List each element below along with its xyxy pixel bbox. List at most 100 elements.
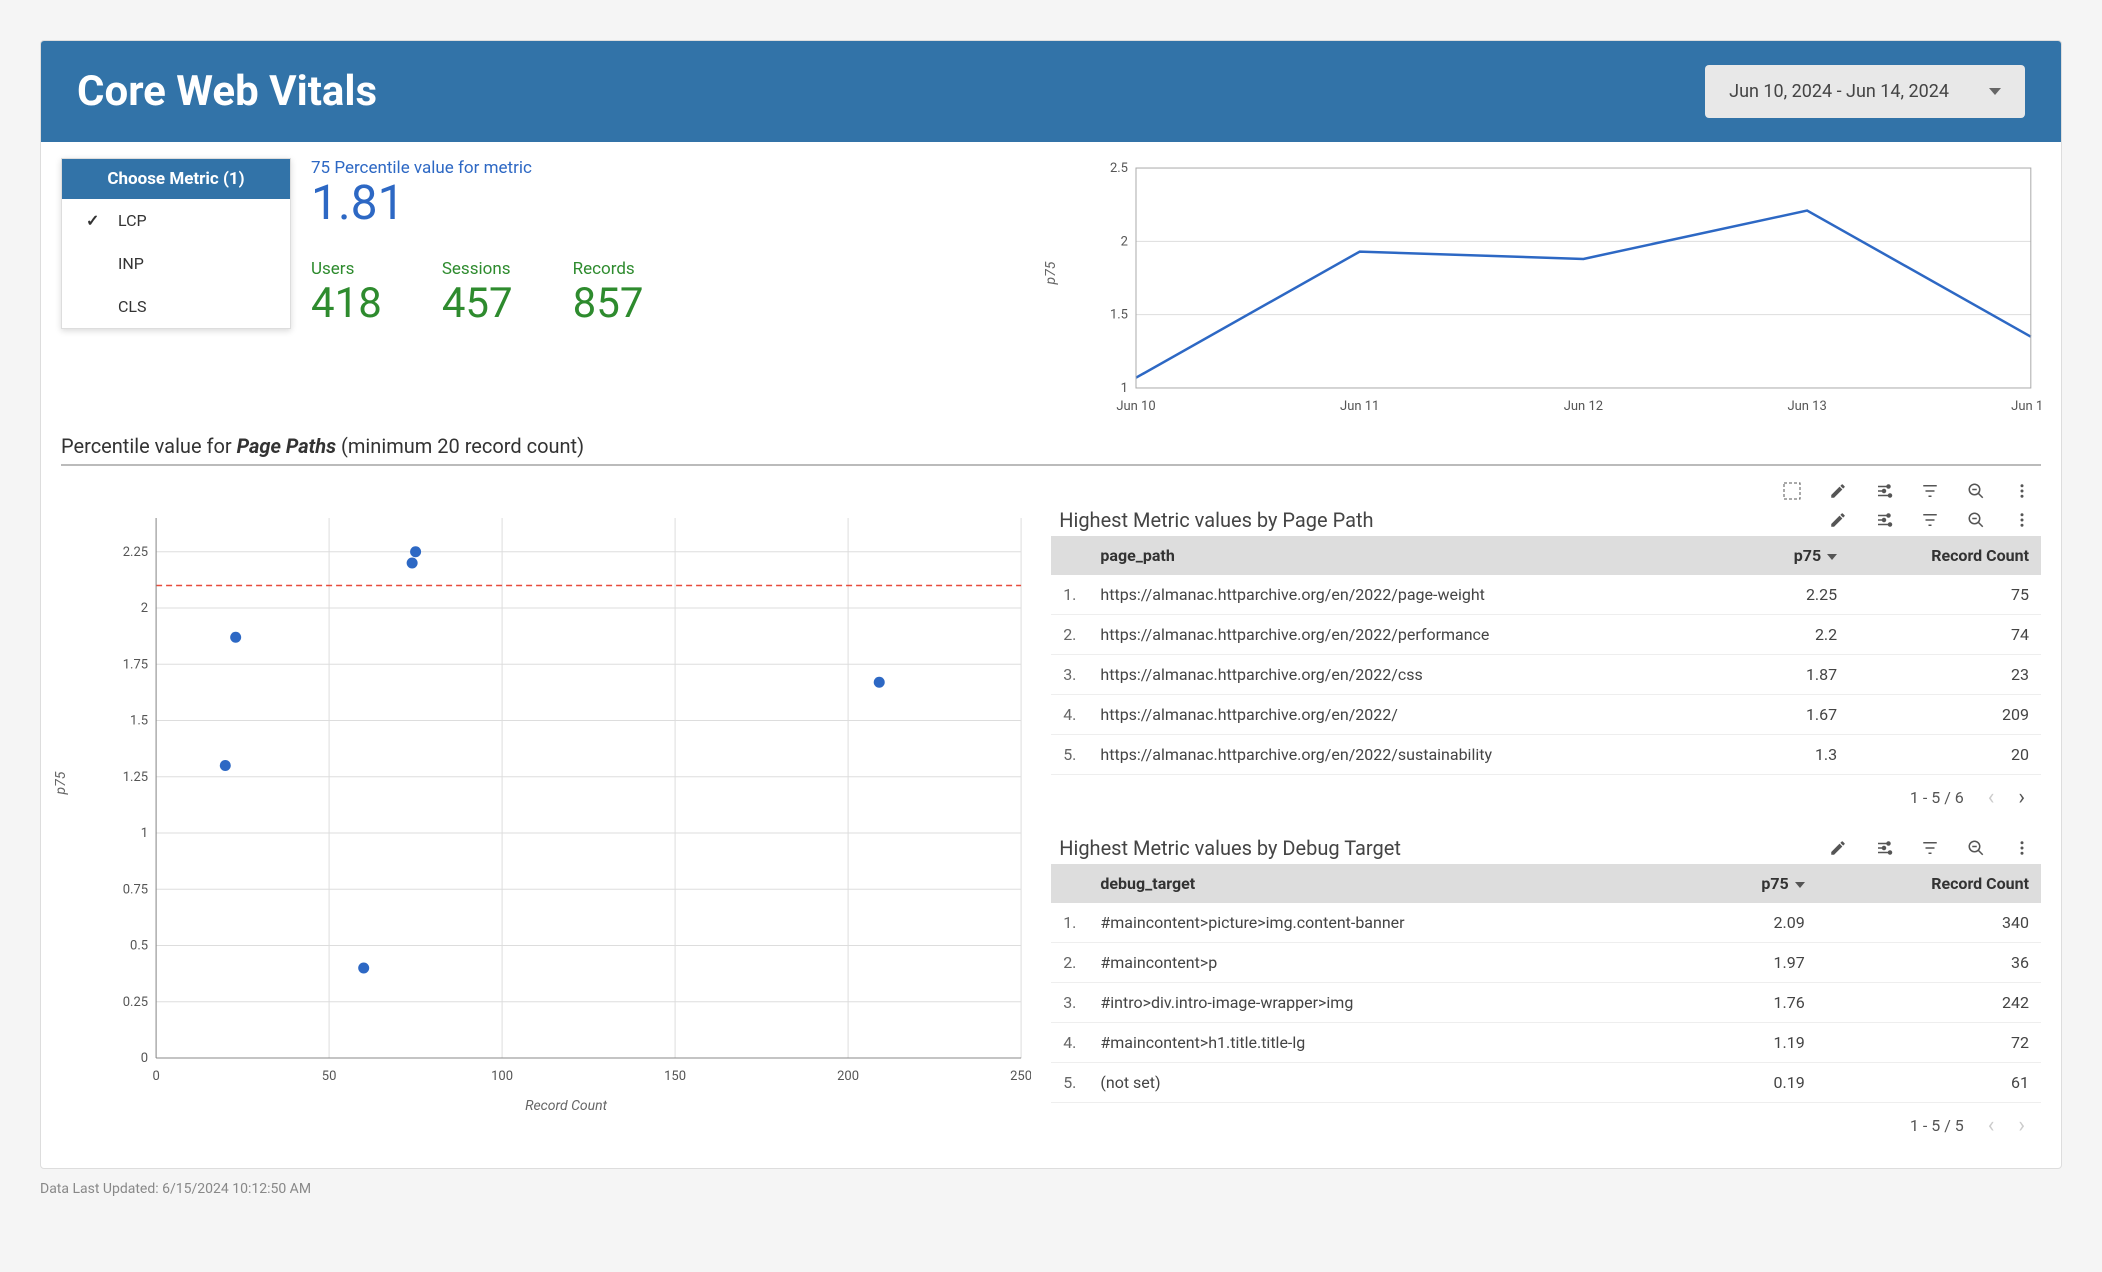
section-divider [61,464,2041,466]
table-row[interactable]: 5.https://almanac.httparchive.org/en/202… [1051,735,2041,775]
table-title: Highest Metric values by Debug Target [1059,836,1401,860]
select-icon[interactable] [1781,480,1803,502]
col-record-count[interactable]: Record Count [1817,864,2041,903]
table-debug-target: Highest Metric values by Debug Target [1051,836,2041,1148]
svg-text:1.5: 1.5 [1110,308,1128,323]
svg-text:1.75: 1.75 [123,657,148,672]
stat-records: Records857 [573,259,644,328]
svg-text:0: 0 [141,1051,148,1066]
sliders-icon[interactable] [1873,509,1895,531]
metric-option-lcp[interactable]: ✓LCP [62,199,290,242]
pager-range: 1 - 5 / 5 [1910,1116,1964,1135]
metric-picker-title: Choose Metric (1) [62,159,290,199]
col-record-count[interactable]: Record Count [1849,536,2041,575]
col-p75[interactable]: p75 [1693,864,1817,903]
page-paths-section-title: Percentile value for Page Paths (minimum… [61,434,2041,458]
svg-text:0.75: 0.75 [123,882,148,897]
svg-text:0.25: 0.25 [123,995,148,1010]
table-page-path: Highest Metric values by Page Path [1051,508,2041,820]
pager-prev-button[interactable]: ‹ [1988,785,1995,810]
svg-text:250: 250 [1010,1069,1031,1084]
svg-text:2.25: 2.25 [123,545,148,560]
pencil-icon[interactable] [1827,837,1849,859]
pager-next-button[interactable]: › [2018,785,2025,810]
svg-text:1.25: 1.25 [123,770,148,785]
date-range-label: Jun 10, 2024 - Jun 14, 2024 [1729,81,1949,102]
table-row[interactable]: 1.#maincontent>picture>img.content-banne… [1051,903,2041,943]
sort-desc-icon [1827,554,1837,560]
svg-text:2.5: 2.5 [1110,161,1128,176]
svg-text:1: 1 [141,826,148,841]
svg-text:50: 50 [322,1069,337,1084]
col-debug-target[interactable]: debug_target [1088,864,1692,903]
col-page-path[interactable]: page_path [1088,536,1743,575]
zoom-icon[interactable] [1965,480,1987,502]
sliders-icon[interactable] [1873,837,1895,859]
chevron-down-icon [1989,88,2001,95]
metric-option-inp[interactable]: ✓INP [62,242,290,285]
svg-text:1: 1 [1121,381,1128,396]
sort-desc-icon [1795,882,1805,888]
stats-row: Users418 Sessions457 Records857 [311,259,643,328]
stat-users: Users418 [311,259,382,328]
svg-text:2: 2 [141,601,148,616]
filter-icon[interactable] [1919,837,1941,859]
table-row[interactable]: 5.(not set)0.1961 [1051,1063,2041,1103]
col-p75[interactable]: p75 [1743,536,1849,575]
table-row[interactable]: 3.https://almanac.httparchive.org/en/202… [1051,655,2041,695]
table-pager: 1 - 5 / 5 ‹ › [1051,1103,2041,1148]
svg-text:0: 0 [152,1069,159,1084]
filter-icon[interactable] [1919,480,1941,502]
svg-text:Jun 13: Jun 13 [1788,399,1827,414]
svg-text:1.5: 1.5 [130,714,148,729]
scatter-chart[interactable]: p75 00.250.50.7511.251.51.7522.250501001… [61,508,1031,1088]
pager-prev-button[interactable]: ‹ [1988,1113,1995,1138]
more-icon[interactable] [2011,509,2033,531]
report-header: Core Web Vitals Jun 10, 2024 - Jun 14, 2… [41,41,2061,142]
data-table: page_path p75 Record Count 1.https://alm… [1051,536,2041,775]
svg-text:Jun 12: Jun 12 [1564,399,1603,414]
svg-text:2: 2 [1121,234,1128,249]
svg-text:150: 150 [664,1069,686,1084]
svg-text:100: 100 [491,1069,513,1084]
table-pager: 1 - 5 / 6 ‹ › [1051,775,2041,820]
table-title: Highest Metric values by Page Path [1059,508,1373,532]
report-container: Core Web Vitals Jun 10, 2024 - Jun 14, 2… [40,40,2062,1169]
date-range-picker[interactable]: Jun 10, 2024 - Jun 14, 2024 [1705,65,2025,118]
svg-text:Jun 14: Jun 14 [2011,399,2041,414]
check-icon: ✓ [86,211,104,230]
table-row[interactable]: 4.#maincontent>h1.title.title-lg1.1972 [1051,1023,2041,1063]
table-row[interactable]: 2.https://almanac.httparchive.org/en/202… [1051,615,2041,655]
sliders-icon[interactable] [1873,480,1895,502]
timeseries-chart[interactable]: p75 11.522.5Jun 10Jun 11Jun 12Jun 13Jun … [1051,158,2041,418]
page-title: Core Web Vitals [77,67,377,116]
data-last-updated: Data Last Updated: 6/15/2024 10:12:50 AM [40,1181,2062,1197]
percentile-value: 1.81 [311,174,643,231]
percentile-scorecard: 75 Percentile value for metric 1.81 [311,158,643,231]
stat-sessions: Sessions457 [442,259,513,328]
table-row[interactable]: 3.#intro>div.intro-image-wrapper>img1.76… [1051,983,2041,1023]
svg-text:200: 200 [837,1069,859,1084]
svg-text:0.5: 0.5 [130,939,148,954]
more-icon[interactable] [2011,480,2033,502]
svg-text:Jun 10: Jun 10 [1117,399,1156,414]
table-row[interactable]: 2.#maincontent>p1.9736 [1051,943,2041,983]
filter-icon[interactable] [1919,509,1941,531]
pager-range: 1 - 5 / 6 [1910,788,1964,807]
table-row[interactable]: 1.https://almanac.httparchive.org/en/202… [1051,575,2041,615]
metric-picker: Choose Metric (1) ✓LCP ✓INP ✓CLS [61,158,291,329]
pencil-icon[interactable] [1827,509,1849,531]
scatter-toolbar [61,474,2041,508]
more-icon[interactable] [2011,837,2033,859]
svg-text:Jun 11: Jun 11 [1340,399,1379,414]
x-axis-title: Record Count [101,1098,1031,1114]
data-table: debug_target p75 Record Count 1.#maincon… [1051,864,2041,1103]
zoom-icon[interactable] [1965,837,1987,859]
table-row[interactable]: 4.https://almanac.httparchive.org/en/202… [1051,695,2041,735]
y-axis-title: p75 [1043,262,1059,285]
metric-option-cls[interactable]: ✓CLS [62,285,290,328]
zoom-icon[interactable] [1965,509,1987,531]
pager-next-button[interactable]: › [2018,1113,2025,1138]
pencil-icon[interactable] [1827,480,1849,502]
y-axis-title: p75 [53,772,69,795]
